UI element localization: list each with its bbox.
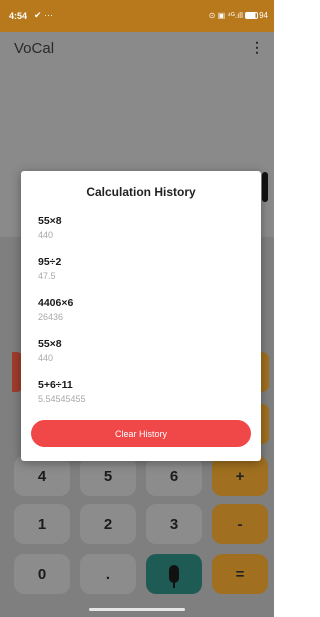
history-item[interactable]: 55×8 440 bbox=[38, 338, 248, 363]
history-result: 5.54545455 bbox=[38, 394, 86, 404]
status-time: 4:54 bbox=[9, 11, 28, 21]
key-equals[interactable]: = bbox=[212, 554, 268, 594]
history-expression: 95÷2 bbox=[38, 256, 62, 268]
battery-icon bbox=[245, 12, 259, 19]
key-1[interactable]: 1 bbox=[14, 504, 70, 544]
history-expression: 55×8 bbox=[38, 338, 62, 350]
history-result: 440 bbox=[38, 353, 54, 363]
history-item[interactable]: 55×8 440 bbox=[38, 215, 248, 240]
key-6[interactable]: 6 bbox=[146, 456, 202, 496]
key-decimal[interactable]: . bbox=[80, 554, 136, 594]
display-cursor bbox=[262, 172, 268, 202]
clear-history-button[interactable]: Clear History bbox=[31, 420, 251, 447]
battery-level: 94 bbox=[259, 11, 268, 20]
status-bar: 4:54 ✔ ··· ⊙ ▣ ⁴ᴳ.ıll 94 bbox=[0, 0, 274, 32]
status-indicators: ⊙ ▣ ⁴ᴳ.ıll 94 bbox=[209, 11, 268, 20]
microphone-button[interactable] bbox=[146, 554, 202, 594]
key-0[interactable]: 0 bbox=[14, 554, 70, 594]
more-vertical-icon[interactable]: ⋮ bbox=[250, 40, 264, 54]
key-plus[interactable]: + bbox=[212, 456, 268, 496]
status-notification-icons: ✔ ··· bbox=[34, 10, 54, 20]
key-minus[interactable]: - bbox=[212, 504, 268, 544]
history-expression: 5+6÷11 bbox=[38, 379, 73, 391]
history-item[interactable]: 5+6÷11 5.54545455 bbox=[38, 379, 248, 404]
key-2[interactable]: 2 bbox=[80, 504, 136, 544]
history-result: 440 bbox=[38, 230, 54, 240]
history-result: 47.5 bbox=[38, 271, 56, 281]
mic-icon bbox=[169, 565, 179, 588]
history-result: 26436 bbox=[38, 312, 64, 322]
history-item[interactable]: 4406×6 26436 bbox=[38, 297, 248, 322]
history-dialog: Calculation History 55×8 440 95÷2 47.5 4… bbox=[21, 171, 261, 461]
app-title: VoCal bbox=[14, 40, 55, 57]
history-expression: 55×8 bbox=[38, 215, 62, 227]
key-5[interactable]: 5 bbox=[80, 456, 136, 496]
gesture-nav-bar[interactable] bbox=[89, 608, 185, 611]
history-item[interactable]: 95÷2 47.5 bbox=[38, 256, 248, 281]
key-4[interactable]: 4 bbox=[14, 456, 70, 496]
dialog-title: Calculation History bbox=[86, 185, 196, 199]
history-expression: 4406×6 bbox=[38, 297, 74, 309]
signal-icons: ⊙ ▣ ⁴ᴳ.ıll bbox=[208, 11, 243, 20]
key-3[interactable]: 3 bbox=[146, 504, 202, 544]
